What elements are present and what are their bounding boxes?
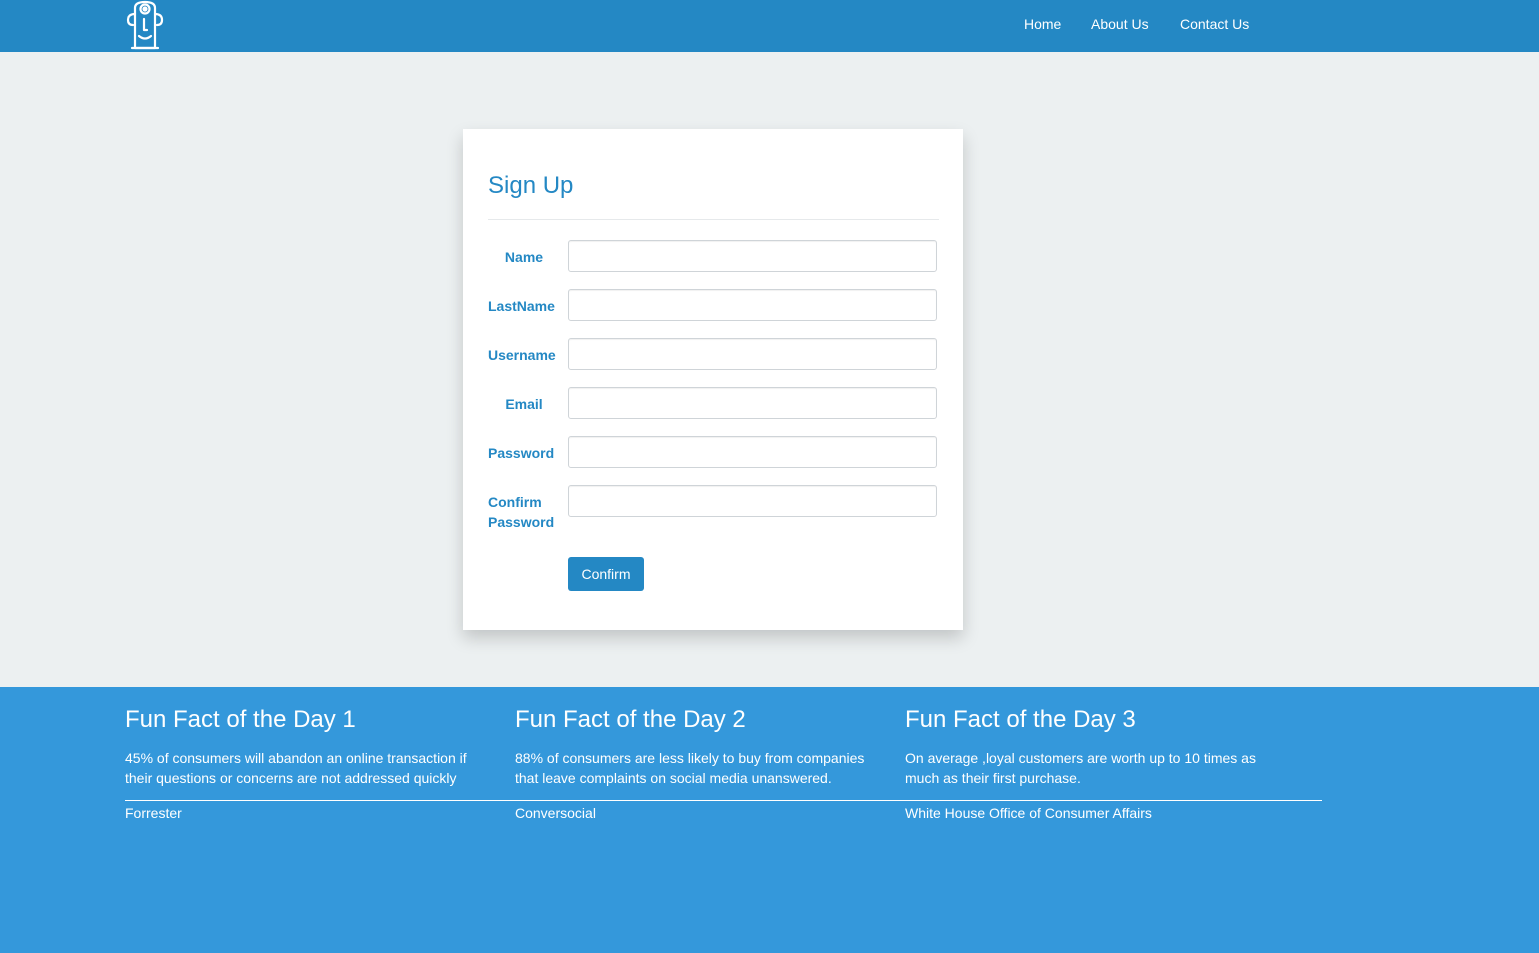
email-input[interactable] bbox=[568, 387, 937, 419]
fun-fact-2: Fun Fact of the Day 2 88% of consumers a… bbox=[515, 705, 885, 788]
title-divider bbox=[488, 219, 939, 220]
fun-facts-footer: Fun Fact of the Day 1 45% of consumers w… bbox=[0, 687, 1539, 953]
fun-fact-text: On average ,loyal customers are worth up… bbox=[905, 750, 1256, 786]
nav-contact-us-link[interactable]: Contact Us bbox=[1180, 16, 1249, 33]
signup-card: Sign Up Name LastName Username Email Pas… bbox=[463, 129, 963, 630]
username-input[interactable] bbox=[568, 338, 937, 370]
username-label: Username bbox=[488, 347, 556, 363]
fun-fact-3: Fun Fact of the Day 3 On average ,loyal … bbox=[905, 705, 1275, 788]
confirm-password-label-line2: Password bbox=[488, 514, 555, 530]
fun-fact-text: 45% of consumers will abandon an online … bbox=[125, 750, 467, 786]
name-input[interactable] bbox=[568, 240, 937, 272]
fun-fact-source: Conversocial bbox=[515, 805, 596, 821]
fun-fact-source: Forrester bbox=[125, 805, 182, 821]
fun-fact-source: White House Office of Consumer Affairs bbox=[905, 805, 1152, 821]
lastname-label: LastName bbox=[488, 298, 555, 314]
fun-fact-title: Fun Fact of the Day 3 bbox=[905, 706, 1136, 733]
fun-fact-title: Fun Fact of the Day 2 bbox=[515, 706, 746, 733]
top-navbar: Home About Us Contact Us bbox=[0, 0, 1539, 52]
signup-title: Sign Up bbox=[488, 172, 574, 199]
email-label: Email bbox=[505, 396, 543, 412]
confirm-button[interactable]: Confirm bbox=[568, 557, 644, 591]
password-label: Password bbox=[488, 445, 555, 461]
fun-fact-text: 88% of consumers are less likely to buy … bbox=[515, 750, 865, 786]
confirm-password-input[interactable] bbox=[568, 485, 937, 517]
fun-fact-1: Fun Fact of the Day 1 45% of consumers w… bbox=[125, 705, 495, 788]
footer-divider bbox=[125, 800, 1322, 801]
password-input[interactable] bbox=[568, 436, 937, 468]
confirm-password-label: Confirm Password bbox=[488, 492, 560, 532]
main-nav: Home About Us Contact Us bbox=[0, 0, 1539, 52]
lastname-input[interactable] bbox=[568, 289, 937, 321]
confirm-password-label-line1: Confirm bbox=[488, 494, 542, 510]
nav-about-us-link[interactable]: About Us bbox=[1091, 16, 1149, 33]
name-label: Name bbox=[504, 249, 544, 265]
fun-fact-title: Fun Fact of the Day 1 bbox=[125, 706, 356, 733]
nav-home-link[interactable]: Home bbox=[1024, 16, 1061, 33]
